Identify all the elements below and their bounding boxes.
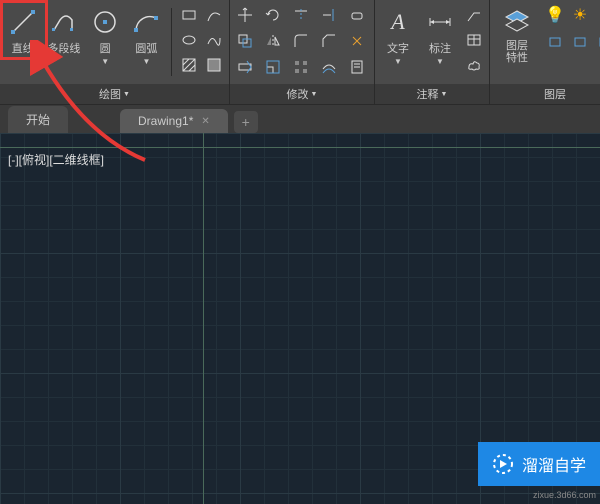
extend-icon[interactable] [318,4,340,26]
layer-state2-icon[interactable] [569,30,591,52]
arc-button[interactable]: 圆弧 ▼ [128,4,165,68]
chamfer-icon[interactable] [318,30,340,52]
properties-icon[interactable] [346,56,368,78]
dimension-icon [424,6,456,38]
layers-icon [501,6,533,38]
hatch-icon[interactable] [178,54,200,76]
layer-freeze-icon[interactable] [594,30,600,52]
chevron-down-icon[interactable]: ▼ [311,91,318,98]
polyline-label: 多段线 [47,40,80,56]
polyline-button[interactable]: 多段线 [45,4,82,58]
scale-icon[interactable] [262,56,284,78]
chevron-down-icon[interactable]: ▼ [441,91,448,98]
leader-icon[interactable] [463,4,485,26]
arc-icon [130,6,162,38]
region-icon[interactable] [203,54,225,76]
spline-icon[interactable] [203,29,225,51]
tab-drawing[interactable]: Drawing1* ✕ [120,109,228,133]
rotate-icon[interactable] [262,4,284,26]
layer-state-icon[interactable] [544,30,566,52]
erase-icon[interactable] [346,4,368,26]
copy-icon[interactable] [234,30,256,52]
crosshair-horizontal [0,147,600,148]
chevron-down-icon: ▼ [101,57,109,66]
tab-start[interactable]: 开始 [8,106,68,133]
circle-icon [89,6,121,38]
modify-panel-title: 修改 [287,86,309,102]
stretch-icon[interactable] [234,56,256,78]
line-icon [7,6,39,38]
text-icon: A [382,6,414,38]
chevron-down-icon: ▼ [142,57,150,66]
tab-start-label: 开始 [26,111,50,128]
tab-drawing-label: Drawing1* [138,114,193,128]
table-icon[interactable] [463,29,485,51]
chevron-down-icon: ▼ [394,57,402,66]
circle-button[interactable]: 圆 ▼ [87,4,124,68]
chevron-down-icon[interactable]: ▼ [123,91,130,98]
line-label: 直线 [12,40,34,56]
play-icon [492,453,514,475]
rectangle-icon[interactable] [178,4,200,26]
close-icon[interactable]: ✕ [201,116,209,127]
layer-props-label: 图层 特性 [506,40,528,64]
new-tab-button[interactable]: + [234,111,258,133]
watermark: 溜溜自学 zixue.3d66.com [478,442,600,486]
layers-panel-title: 图层 [544,86,566,102]
circle-label: 圆 [100,40,111,56]
offset-icon[interactable] [318,56,340,78]
text-label: 文字 [387,40,409,56]
mirror-icon[interactable] [262,30,284,52]
lock-icon[interactable]: 🔓 [594,4,600,26]
watermark-url: zixue.3d66.com [533,490,596,500]
move-icon[interactable] [234,4,256,26]
cloud-icon[interactable] [463,54,485,76]
explode-icon[interactable] [346,30,368,52]
sketch-icon[interactable] [203,4,225,26]
viewport-label[interactable]: [-][俯视][二维线框] [8,151,104,168]
sun-icon[interactable]: ☀ [569,4,591,26]
watermark-text: 溜溜自学 [522,452,586,476]
dimension-button[interactable]: 标注 ▼ [421,4,459,68]
crosshair-vertical [203,133,204,504]
dim-label: 标注 [429,40,451,56]
draw-panel-title: 绘图 [99,86,121,102]
trim-icon[interactable] [290,4,312,26]
bulb-icon[interactable]: 💡 [544,4,566,26]
layer-props-button[interactable]: 图层 特性 [494,4,540,66]
text-button[interactable]: A 文字 ▼ [379,4,417,68]
polyline-icon [48,6,80,38]
line-button[interactable]: 直线 [4,4,41,58]
arc-label: 圆弧 [135,40,157,56]
annotate-panel-title: 注释 [417,86,439,102]
array-icon[interactable] [290,56,312,78]
fillet-icon[interactable] [290,30,312,52]
chevron-down-icon: ▼ [436,57,444,66]
ellipse-icon[interactable] [178,29,200,51]
